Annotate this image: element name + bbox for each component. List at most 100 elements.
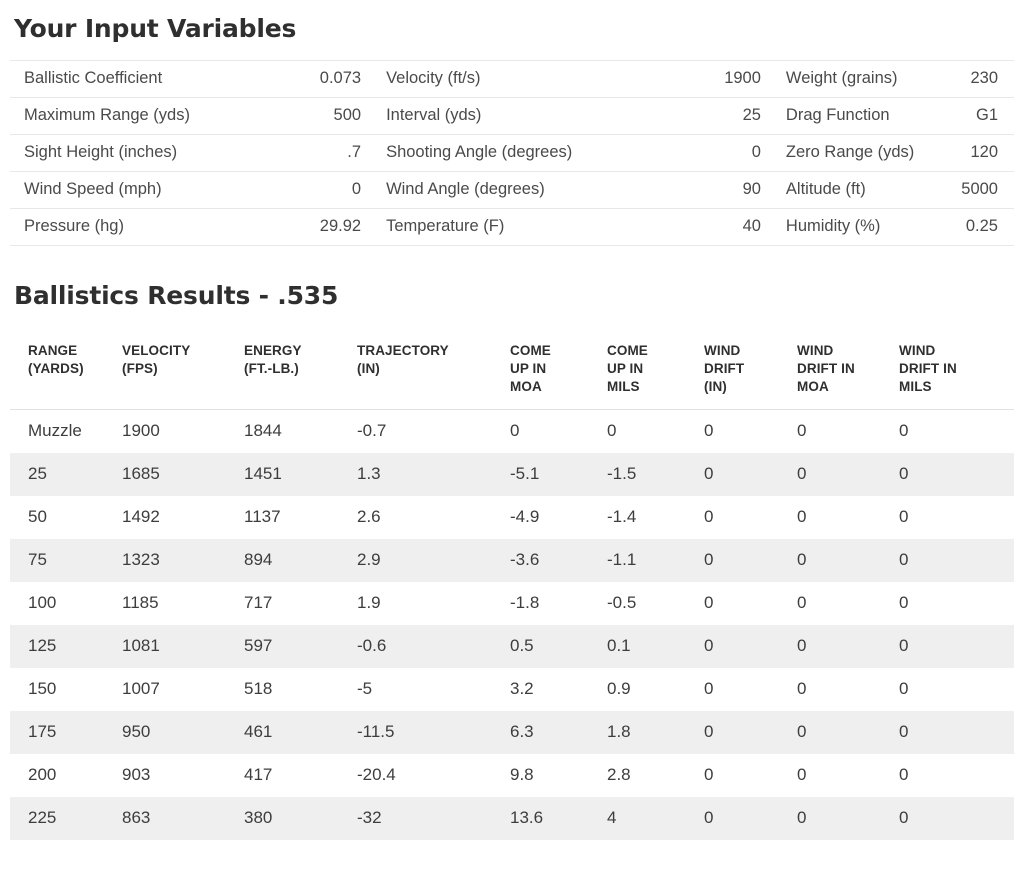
- results-cell: 0: [899, 711, 1014, 755]
- input-variables-row: Sight Height (inches) .7 Shooting Angle (d…: [10, 134, 1014, 172]
- results-cell: 0: [797, 421, 807, 441]
- input-variable-label: Pressure (hg): [10, 208, 267, 246]
- table-row: Muzzle 1900 1844 -0.7 0 0 0 0 0: [10, 410, 1014, 454]
- input-variable-label: Zero Range (yds): [770, 134, 962, 172]
- input-variable-label: Humidity (%): [770, 208, 962, 246]
- results-cell: 0: [899, 539, 1014, 583]
- ballistics-results-table: RANGE (YARDS) VELOCITY (FPS) ENERGY (FT.-LB.)…: [10, 336, 1014, 841]
- results-column-header: WIND DRIFT IN MILS: [899, 336, 1014, 411]
- results-cell: 380: [244, 797, 357, 841]
- input-variable-value: 90: [666, 171, 771, 209]
- input-variable-value: 25: [666, 97, 771, 135]
- results-cell: 0: [797, 593, 807, 613]
- results-column-header-line: DRIFT IN: [797, 360, 855, 376]
- results-cell: 1185: [122, 593, 159, 613]
- results-cell: 0: [797, 507, 807, 527]
- results-cell: 3.2: [510, 679, 534, 699]
- results-column-header-line: MOA: [797, 378, 829, 394]
- results-cell: 0: [899, 453, 1014, 497]
- results-cell: 100: [28, 593, 57, 613]
- results-cell: 9.8: [510, 765, 534, 785]
- results-cell: 1844: [244, 421, 282, 441]
- input-variable-label: Drag Function: [770, 97, 962, 135]
- table-row: 175 950 461 -11.5 6.3 1.8 0 0 0: [10, 711, 1014, 755]
- results-cell: -32: [357, 797, 510, 841]
- results-column-header: RANGE (YARDS): [10, 336, 122, 411]
- results-cell: 0: [510, 421, 520, 441]
- results-cell: 950: [122, 711, 244, 755]
- results-table-header: RANGE (YARDS) VELOCITY (FPS) ENERGY (FT.-LB.)…: [10, 336, 1014, 411]
- results-cell: 0: [607, 421, 617, 441]
- results-cell: 1.8: [607, 711, 704, 755]
- results-column-header: ENERGY (FT.-LB.): [244, 336, 357, 411]
- results-cell: 2.9: [357, 539, 510, 583]
- results-cell: 0: [704, 453, 797, 497]
- results-cell: 0: [704, 507, 714, 527]
- results-column-header-line: VELOCITY: [122, 343, 191, 358]
- results-cell: 1.3: [357, 453, 510, 497]
- results-column-header-line: RANGE: [28, 343, 78, 358]
- results-cell: 0: [797, 765, 807, 785]
- results-cell: 1451: [244, 453, 357, 497]
- results-cell: -0.6: [357, 625, 510, 669]
- input-variable-label: Wind Speed (mph): [10, 171, 267, 209]
- results-cell: 225: [10, 797, 122, 841]
- results-cell: 0: [704, 625, 797, 669]
- input-variable-label: Wind Angle (degrees): [371, 171, 667, 209]
- results-cell: 75: [10, 539, 122, 583]
- results-column-header-line: UP IN: [607, 360, 644, 376]
- results-cell: 417: [244, 765, 273, 785]
- input-variable-label: Temperature (F): [371, 208, 667, 246]
- results-column-header-line: WIND: [899, 343, 936, 358]
- input-variables-row: Maximum Range (yds) 500 Interval (yds) 25 Dr…: [10, 97, 1014, 135]
- input-variable-value: 29.92: [266, 208, 372, 246]
- input-variable-label: Velocity (ft/s): [371, 60, 667, 98]
- input-variable-value: 5000: [961, 171, 1014, 209]
- results-cell: 50: [28, 507, 47, 527]
- results-cell: Muzzle: [28, 421, 82, 441]
- results-cell: 0.1: [607, 625, 704, 669]
- results-cell: -1.4: [607, 507, 637, 527]
- results-header-row: RANGE (YARDS) VELOCITY (FPS) ENERGY (FT.-LB.)…: [10, 336, 1014, 411]
- results-cell: 25: [10, 453, 122, 497]
- results-cell: 717: [244, 593, 273, 613]
- results-cell: 0: [797, 625, 899, 669]
- input-variable-value: G1: [961, 97, 1014, 135]
- results-cell: 1007: [122, 679, 160, 699]
- results-cell: 894: [244, 539, 357, 583]
- results-cell: 6.3: [510, 711, 607, 755]
- results-column-header-line: (IN): [357, 360, 380, 376]
- input-variable-label: Weight (grains): [770, 60, 962, 98]
- results-cell: -1.1: [607, 539, 704, 583]
- results-column-header: WIND DRIFT (IN): [704, 336, 797, 411]
- results-column-header-line: (FPS): [122, 360, 158, 376]
- input-variable-value: 0.25: [961, 208, 1014, 246]
- results-cell: 0: [704, 797, 797, 841]
- results-table-body: Muzzle 1900 1844 -0.7 0 0 0 0 0 25 1685 1451 1.3 -5.1…: [10, 410, 1014, 841]
- results-column-header-line: COME: [510, 343, 551, 358]
- results-cell: 4: [607, 797, 704, 841]
- results-cell: -5.1: [510, 453, 607, 497]
- input-variable-value: 0: [666, 134, 771, 172]
- results-cell: 0: [899, 421, 909, 441]
- results-cell: -0.5: [607, 593, 637, 613]
- results-column-header-line: COME: [607, 343, 648, 358]
- results-column-header: VELOCITY (FPS): [122, 336, 244, 411]
- results-cell: 0: [797, 679, 807, 699]
- results-cell: 0.5: [510, 625, 607, 669]
- table-row: 25 1685 1451 1.3 -5.1 -1.5 0 0 0: [10, 453, 1014, 497]
- results-cell: 0: [704, 421, 714, 441]
- table-row: 50 1492 1137 2.6 -4.9 -1.4 0 0 0: [10, 496, 1014, 539]
- results-cell: 903: [122, 765, 151, 785]
- results-cell: 0: [797, 453, 899, 497]
- results-cell: 175: [10, 711, 122, 755]
- results-column-header-line: (FT.-LB.): [244, 360, 299, 376]
- results-cell: -1.8: [510, 593, 540, 613]
- results-column-header-line: DRIFT: [704, 360, 745, 376]
- input-variables-row: Ballistic Coefficient 0.073 Velocity (ft/s…: [10, 60, 1014, 98]
- results-cell: 0: [704, 539, 797, 583]
- input-variable-label: Shooting Angle (degrees): [371, 134, 667, 172]
- results-cell: 0: [704, 711, 797, 755]
- results-column-header-line: DRIFT IN: [899, 360, 957, 376]
- results-cell: 200: [28, 765, 57, 785]
